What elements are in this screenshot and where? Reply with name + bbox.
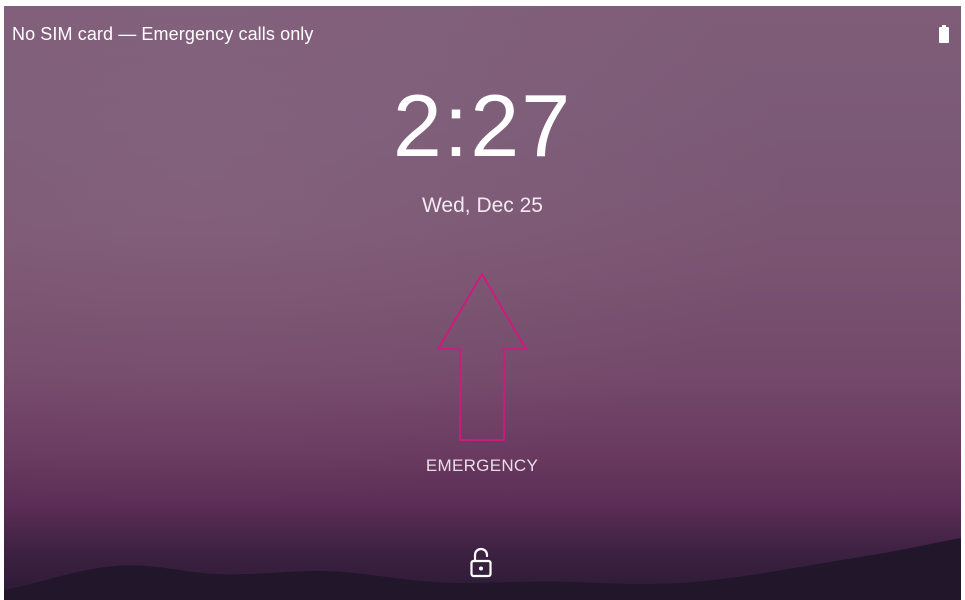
lockscreen: No SIM card — Emergency calls only 2:27 …	[4, 6, 961, 600]
up-arrow-icon	[437, 273, 527, 441]
emergency-call-button[interactable]: EMERGENCY	[402, 452, 562, 480]
clock-date: Wed, Dec 25	[421, 194, 543, 217]
lock-open-icon[interactable]	[469, 547, 493, 579]
battery-icon	[939, 25, 949, 43]
clock-time: 2:27	[392, 76, 573, 175]
carrier-status-text: No SIM card — Emergency calls only	[12, 24, 314, 44]
status-bar: No SIM card — Emergency calls only	[4, 6, 961, 50]
